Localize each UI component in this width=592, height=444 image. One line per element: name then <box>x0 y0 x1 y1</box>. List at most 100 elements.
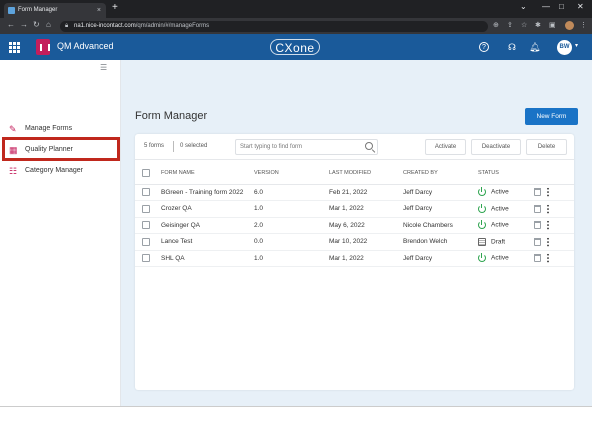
browser-tab-bar: Form Manager × + ⌄ — □ ✕ <box>0 0 592 18</box>
trash-icon[interactable] <box>534 254 541 263</box>
more-options-icon[interactable] <box>547 220 549 231</box>
form-version: 0.0 <box>254 233 329 251</box>
status-cell: Active <box>478 184 534 201</box>
column-header[interactable]: VERSION <box>254 162 329 185</box>
bookmark-star-icon[interactable]: ☆ <box>521 21 527 29</box>
trash-icon[interactable] <box>534 237 541 246</box>
close-window-icon[interactable]: ✕ <box>577 2 584 11</box>
share-icon[interactable]: ⇪ <box>507 21 513 29</box>
table-row[interactable]: Crozer QA 1.0 Mar 1, 2022 Jeff Darcy Act… <box>135 200 574 218</box>
column-header[interactable]: STATUS <box>478 162 534 185</box>
form-name[interactable]: SHL QA <box>161 250 254 267</box>
table-header-row: FORM NAME VERSION LAST MODIFIED CREATED … <box>135 162 574 185</box>
minimize-icon[interactable]: — <box>542 2 550 11</box>
delete-button[interactable]: Delete <box>526 139 567 155</box>
url-field[interactable]: 🔒︎ na1.nice-incontact.com/qm/admin/#/man… <box>60 21 488 32</box>
form-name[interactable]: Geisinger QA <box>161 217 254 234</box>
url-domain: na1.nice-incontact.com <box>74 23 136 29</box>
activate-button[interactable]: Activate <box>425 139 466 155</box>
status-badge: Draft <box>491 238 506 246</box>
more-options-icon[interactable] <box>547 203 549 214</box>
sidebar-toggle-icon[interactable]: ▣ <box>549 21 556 29</box>
home-icon[interactable]: ⌂ <box>46 20 51 29</box>
sidebar-item-category-manager[interactable]: ☷ Category Manager <box>7 163 119 179</box>
new-form-button[interactable]: New Form <box>525 108 578 125</box>
tab-search-icon[interactable]: ⌄ <box>520 2 527 11</box>
list-icon: ☷ <box>9 166 18 176</box>
column-header[interactable]: CREATED BY <box>403 162 478 185</box>
app-title: QM Advanced <box>57 41 114 51</box>
form-name[interactable]: Lance Test <box>161 233 254 251</box>
trash-icon[interactable] <box>534 221 541 230</box>
table-row[interactable]: BGreen - Training form 2022 6.0 Feb 21, … <box>135 184 574 201</box>
browser-menu-icon[interactable]: ⋮ <box>580 21 587 29</box>
table-row[interactable]: Geisinger QA 2.0 May 6, 2022 Nicole Cham… <box>135 217 574 234</box>
table-row[interactable]: SHL QA 1.0 Mar 1, 2022 Jeff Darcy Active <box>135 250 574 267</box>
forward-icon[interactable]: → <box>20 20 28 29</box>
zoom-icon[interactable]: ⊕ <box>493 21 499 29</box>
headset-icon[interactable]: ☊ <box>507 42 517 52</box>
app-launcher-icon[interactable] <box>9 42 20 53</box>
search-placeholder: Start typing to find form <box>240 144 303 150</box>
highlight-box <box>2 137 120 161</box>
edit-form-icon: ✎ <box>9 124 17 134</box>
search-input[interactable]: Start typing to find form <box>235 139 378 155</box>
status-cell: Active <box>478 200 534 218</box>
row-checkbox[interactable] <box>142 204 150 213</box>
form-version: 1.0 <box>254 200 329 218</box>
chevron-down-icon[interactable]: ▾ <box>575 42 578 49</box>
user-avatar[interactable]: BW <box>557 40 572 55</box>
lock-icon: 🔒︎ <box>65 23 69 29</box>
deactivate-button[interactable]: Deactivate <box>471 139 521 155</box>
status-badge: Active <box>491 254 509 262</box>
help-icon[interactable]: ? <box>479 42 489 52</box>
selected-count: 0 selected <box>180 143 208 149</box>
form-version: 1.0 <box>254 250 329 267</box>
more-options-icon[interactable] <box>547 187 549 198</box>
status-badge: Active <box>491 188 509 196</box>
draft-icon <box>478 237 486 246</box>
form-modified: Mar 1, 2022 <box>329 200 403 218</box>
form-name[interactable]: Crozer QA <box>161 200 254 218</box>
new-tab-button[interactable]: + <box>112 2 118 13</box>
close-tab-icon[interactable]: × <box>97 3 101 18</box>
row-checkbox[interactable] <box>142 237 150 246</box>
form-created-by: Jeff Darcy <box>403 200 478 218</box>
form-version: 2.0 <box>254 217 329 234</box>
more-options-icon[interactable] <box>547 236 549 247</box>
extensions-icon[interactable]: ✱ <box>535 21 541 29</box>
select-all-checkbox[interactable] <box>142 168 150 177</box>
notification-bell-icon[interactable]: 🔔︎ <box>529 42 540 52</box>
status-cell: Active <box>478 250 534 267</box>
forms-table: FORM NAME VERSION LAST MODIFIED CREATED … <box>135 162 574 267</box>
row-checkbox[interactable] <box>142 188 150 197</box>
url-path: /qm/admin/#/manageForms <box>135 23 210 29</box>
table-row[interactable]: Lance Test 0.0 Mar 10, 2022 Brendon Welc… <box>135 233 574 251</box>
column-header[interactable]: LAST MODIFIED <box>329 162 403 185</box>
form-name[interactable]: BGreen - Training form 2022 <box>161 184 254 201</box>
form-modified: Mar 1, 2022 <box>329 250 403 267</box>
more-options-icon[interactable] <box>547 253 549 264</box>
row-checkbox[interactable] <box>142 254 150 263</box>
forms-count: 5 forms <box>144 143 165 149</box>
back-icon[interactable]: ← <box>7 20 15 29</box>
app-header: QM Advanced CXone ? ☊ 🔔︎ BW ▾ <box>0 34 592 60</box>
trash-icon[interactable] <box>534 204 541 213</box>
collapse-sidebar-icon[interactable]: ☰ <box>100 64 110 72</box>
form-created-by: Brendon Welch <box>403 233 478 251</box>
form-created-by: Nicole Chambers <box>403 217 478 234</box>
power-icon <box>478 220 486 230</box>
row-checkbox[interactable] <box>142 221 150 230</box>
trash-icon[interactable] <box>534 188 541 197</box>
browser-profile-avatar[interactable] <box>565 21 574 30</box>
reload-icon[interactable]: ↻ <box>33 20 40 29</box>
form-modified: Mar 10, 2022 <box>329 233 403 251</box>
maximize-icon[interactable]: □ <box>559 2 564 11</box>
column-header[interactable]: FORM NAME <box>161 162 254 185</box>
divider <box>0 406 592 407</box>
sidebar-item-manage-forms[interactable]: ✎ Manage Forms <box>7 121 119 137</box>
power-icon <box>478 203 486 213</box>
browser-tab[interactable]: Form Manager × <box>4 3 106 18</box>
search-icon[interactable] <box>365 142 373 150</box>
page-title: Form Manager <box>135 110 208 122</box>
